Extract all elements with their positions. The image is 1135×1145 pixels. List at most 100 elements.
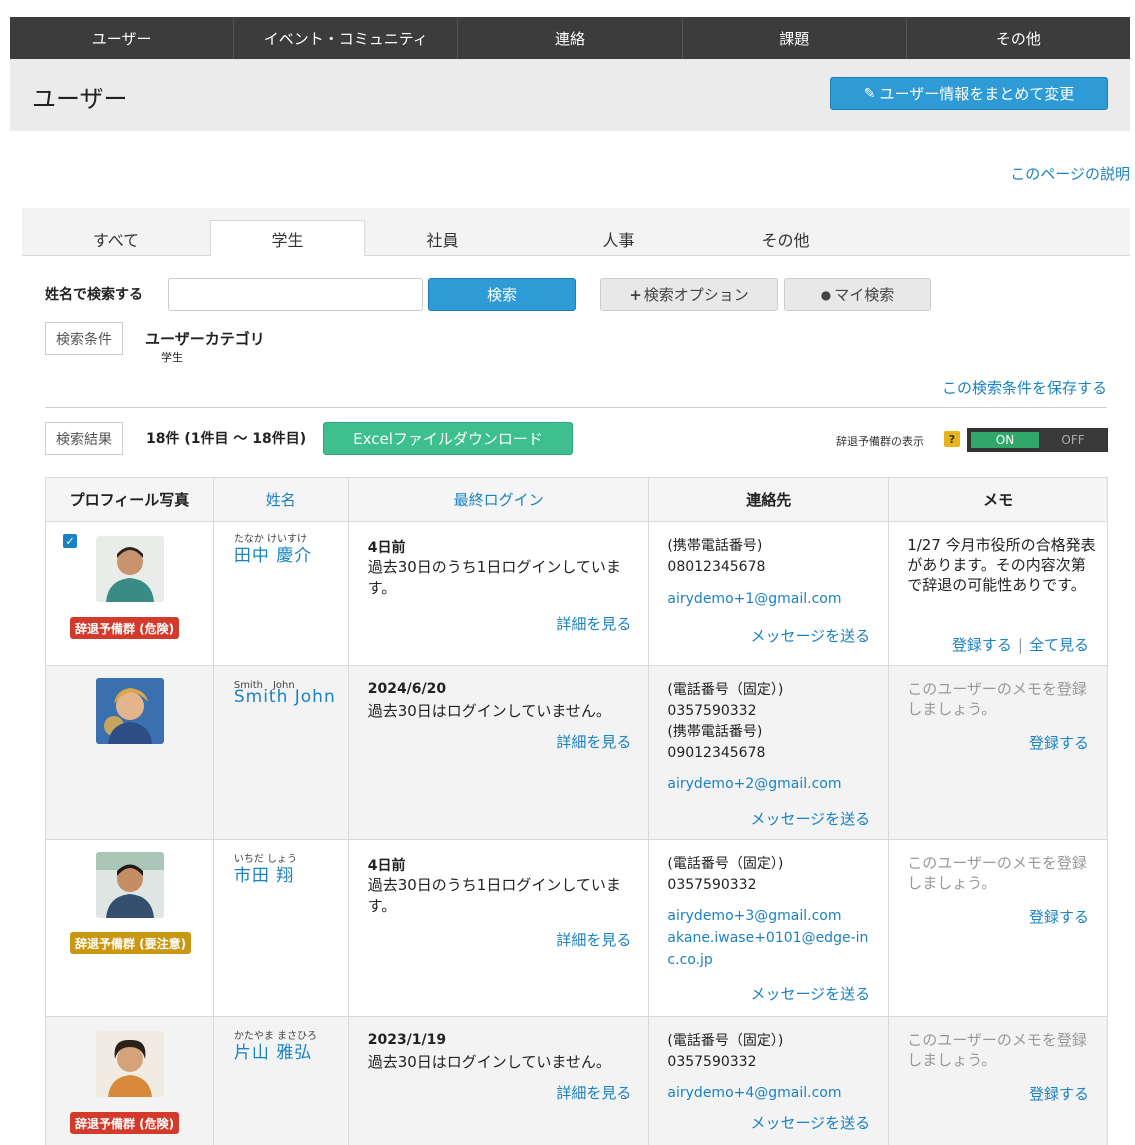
header-last-login[interactable]: 最終ログイン bbox=[347, 477, 650, 522]
email-link[interactable]: airydemo+1@gmail.com bbox=[667, 588, 877, 610]
avatar[interactable] bbox=[96, 1031, 164, 1097]
tab-students[interactable]: 学生 bbox=[210, 220, 365, 257]
memo-placeholder: このユーザーのメモを登録しましょう。 bbox=[907, 854, 1087, 892]
nav-users[interactable]: ユーザー bbox=[10, 17, 235, 59]
toggle-off[interactable]: OFF bbox=[1039, 429, 1107, 451]
email-link[interactable]: airydemo+4@gmail.com bbox=[667, 1082, 877, 1104]
users-table: プロフィール写真 姓名 最終ログイン 連絡先 メモ ✓ 辞退予備群 (危険) た… bbox=[45, 477, 1108, 1145]
login-description: 過去30日はログインしていません。 bbox=[367, 1053, 611, 1071]
page-header: ユーザー ✎ ユーザー情報をまとめて変更 bbox=[10, 59, 1130, 131]
result-count: 18件 (1件目 ～ 18件目) bbox=[146, 431, 307, 447]
email-link[interactable]: airydemo+2@gmail.com bbox=[667, 773, 877, 795]
contact-value: 0357590332 bbox=[667, 703, 757, 719]
search-results-box: 検索結果 bbox=[45, 422, 123, 455]
status-badge: 辞退予備群 (危険) bbox=[70, 617, 180, 639]
checkbox-icon[interactable]: ✓ bbox=[63, 534, 77, 548]
tab-hr[interactable]: 人事 bbox=[541, 220, 696, 257]
avatar[interactable] bbox=[96, 852, 164, 918]
divider bbox=[45, 407, 1107, 408]
contact-value: 0357590332 bbox=[667, 877, 757, 893]
page-help-link[interactable]: このページの説明 bbox=[1010, 163, 1130, 184]
search-bar: 姓名で検索する 検索 + 検索オプション ● マイ検索 bbox=[45, 278, 1115, 312]
condition-category-value: 学生 bbox=[161, 351, 183, 364]
email-link[interactable]: airydemo+3@gmail.com bbox=[667, 905, 877, 927]
page-title: ユーザー bbox=[32, 85, 128, 113]
contact-label: (携帯電話番号) bbox=[667, 538, 763, 554]
avatar[interactable] bbox=[96, 536, 164, 602]
login-description: 過去30日はログインしていません。 bbox=[367, 702, 611, 720]
header-contact: 連絡先 bbox=[648, 477, 890, 522]
email-link[interactable]: akane.iwase+0101@edge-inc.co.jp bbox=[667, 927, 877, 971]
toggle-on[interactable]: ON bbox=[968, 429, 1039, 451]
search-button[interactable]: 検索 bbox=[428, 278, 576, 311]
bulk-edit-label: ユーザー情報をまとめて変更 bbox=[879, 85, 1075, 103]
search-conditions-box: 検索条件 bbox=[45, 322, 123, 355]
details-link[interactable]: 詳細を見る bbox=[556, 731, 631, 752]
tab-all[interactable]: すべて bbox=[22, 220, 210, 257]
separator: | bbox=[1017, 636, 1023, 654]
header-photo: プロフィール写真 bbox=[45, 477, 214, 522]
user-name-link[interactable]: 片山 雅弘 bbox=[234, 1038, 312, 1063]
category-tabs: すべて 学生 社員 人事 その他 bbox=[22, 208, 1130, 257]
contact-value: 08012345678 bbox=[667, 559, 766, 575]
user-name-link[interactable]: 市田 翔 bbox=[234, 861, 294, 886]
send-message-link[interactable]: メッセージを送る bbox=[750, 625, 870, 646]
nav-events[interactable]: イベント・コミュニティ bbox=[234, 17, 459, 59]
table-row: Smith John Smith John 2024/6/20 過去30日はログ… bbox=[45, 665, 1108, 840]
send-message-link[interactable]: メッセージを送る bbox=[750, 1112, 870, 1133]
user-name-link[interactable]: Smith John bbox=[234, 687, 336, 707]
tab-other[interactable]: その他 bbox=[708, 220, 863, 257]
details-link[interactable]: 詳細を見る bbox=[556, 613, 631, 634]
user-icon: ● bbox=[820, 287, 832, 302]
details-link[interactable]: 詳細を見る bbox=[556, 1082, 631, 1103]
last-login-date: 2023/1/19 bbox=[367, 1032, 447, 1048]
nav-tasks[interactable]: 課題 bbox=[683, 17, 907, 59]
memo-view-all-link[interactable]: 全て見る bbox=[1029, 636, 1089, 654]
contact-label: (電話番号（固定）) bbox=[667, 1033, 784, 1049]
tab-employees[interactable]: 社員 bbox=[365, 220, 520, 257]
send-message-link[interactable]: メッセージを送る bbox=[750, 983, 870, 1004]
help-icon[interactable]: ? bbox=[944, 431, 960, 447]
memo-register-link[interactable]: 登録する bbox=[952, 636, 1012, 654]
decline-display-toggle[interactable]: ON OFF bbox=[967, 428, 1108, 452]
memo-placeholder: このユーザーのメモを登録しましょう。 bbox=[907, 1031, 1087, 1069]
nav-contact[interactable]: 連絡 bbox=[458, 17, 683, 59]
memo-register-link[interactable]: 登録する bbox=[1029, 1085, 1089, 1103]
nav-other[interactable]: その他 bbox=[907, 17, 1130, 59]
login-description: 過去30日のうち1日ログインしています。 bbox=[367, 876, 621, 915]
contact-value: 09012345678 bbox=[667, 745, 766, 761]
plus-icon: + bbox=[629, 285, 642, 304]
decline-display-label: 辞退予備群の表示 bbox=[836, 435, 924, 448]
pencil-icon: ✎ bbox=[863, 85, 876, 102]
my-search-button[interactable]: ● マイ検索 bbox=[784, 278, 931, 311]
last-login-date: 4日前 bbox=[367, 540, 406, 556]
my-search-label: マイ検索 bbox=[834, 286, 895, 304]
last-login-date: 4日前 bbox=[367, 858, 406, 874]
search-label: 姓名で検索する bbox=[45, 287, 143, 303]
header-name[interactable]: 姓名 bbox=[212, 477, 349, 522]
memo-links: 登録する | 全て見る bbox=[952, 634, 1089, 655]
last-login-date: 2024/6/20 bbox=[367, 681, 447, 697]
contact-label: (電話番号（固定）) bbox=[667, 856, 784, 872]
status-badge: 辞退予備群 (要注意) bbox=[70, 932, 192, 954]
memo-placeholder: このユーザーのメモを登録しましょう。 bbox=[907, 680, 1087, 718]
memo-register-link[interactable]: 登録する bbox=[1029, 908, 1089, 926]
table-row: 辞退予備群 (危険) かたやま まさひろ 片山 雅弘 2023/1/19 過去3… bbox=[45, 1016, 1108, 1145]
excel-download-button[interactable]: Excelファイルダウンロード bbox=[323, 422, 573, 455]
login-description: 過去30日のうち1日ログインしています。 bbox=[367, 558, 621, 597]
save-conditions-link[interactable]: この検索条件を保存する bbox=[942, 377, 1107, 398]
avatar[interactable] bbox=[96, 678, 164, 744]
details-link[interactable]: 詳細を見る bbox=[556, 929, 631, 950]
user-name-link[interactable]: 田中 慶介 bbox=[234, 541, 312, 566]
contact-value: 0357590332 bbox=[667, 1054, 757, 1070]
contact-label: (電話番号（固定）) bbox=[667, 682, 784, 698]
send-message-link[interactable]: メッセージを送る bbox=[750, 808, 870, 829]
memo-register-link[interactable]: 登録する bbox=[1029, 734, 1089, 752]
status-badge: 辞退予備群 (危険) bbox=[70, 1112, 180, 1134]
memo-text: 1/27 今月市役所の合格発表があります。その内容次第で辞退の可能性ありです。 bbox=[907, 536, 1096, 594]
table-row: 辞退予備群 (要注意) いちだ しょう 市田 翔 4日前 過去30日のうち1日ロ… bbox=[45, 839, 1108, 1017]
search-options-button[interactable]: + 検索オプション bbox=[600, 278, 778, 311]
name-search-input[interactable] bbox=[168, 278, 423, 311]
bulk-edit-button[interactable]: ✎ ユーザー情報をまとめて変更 bbox=[830, 77, 1108, 110]
header-memo: メモ bbox=[888, 477, 1108, 522]
